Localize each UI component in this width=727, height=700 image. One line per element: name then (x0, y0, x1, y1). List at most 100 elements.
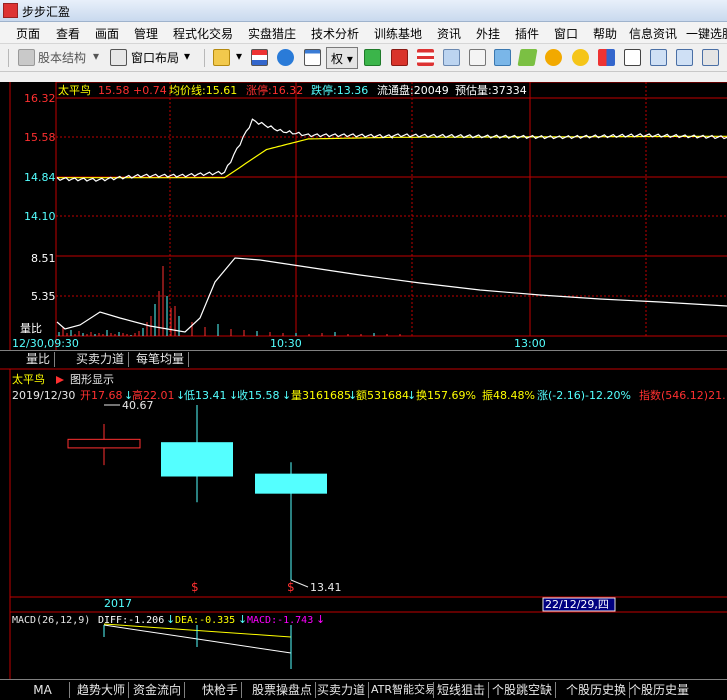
intraday-stock-name: 太平鸟 (58, 83, 91, 97)
menu-help[interactable]: 帮助 (593, 25, 617, 42)
tab-trend-master[interactable]: 趋势大师 (74, 682, 130, 698)
tab-avg-trade-volume[interactable]: 每笔均量 (132, 352, 190, 367)
window-layout-button[interactable]: 窗口布局 (131, 49, 179, 67)
title-bar: 步步汇盈 (0, 0, 727, 22)
tab-stock-points[interactable]: 股票操盘点 (249, 682, 317, 698)
menu-tech-analysis[interactable]: 技术分析 (311, 25, 359, 42)
toolbar-separator (204, 49, 205, 67)
tab-fund-flow[interactable]: 资金流向 (130, 682, 186, 698)
window-icon[interactable] (702, 49, 719, 66)
toolbar-grip (8, 49, 9, 67)
settings-sun-icon[interactable] (572, 49, 589, 66)
grid-icon[interactable] (598, 49, 615, 66)
intraday-tab-bar: 量比 买卖力道 每笔均量 (0, 350, 727, 367)
move-cross-icon[interactable] (277, 49, 294, 66)
window-layout-icon (110, 49, 127, 66)
menu-one-click[interactable]: 一键选股 (686, 25, 727, 42)
rights-label: 权 (331, 52, 344, 66)
menu-manage[interactable]: 管理 (134, 25, 158, 42)
indicator-tab-bar: MA 趋势大师 资金流向 快枪手 股票操盘点 买卖力道 ATR智能交易 短线狙击… (0, 679, 727, 700)
menu-window[interactable]: 窗口 (554, 25, 578, 42)
open-folder-icon[interactable] (213, 49, 230, 66)
close-label: 收15.58 (237, 388, 280, 402)
toolbar: 股本结构 ▾ 窗口布局 ▾ ▾ 权 ▾ (0, 44, 727, 72)
tab-gap[interactable]: 个股跳空缺 (489, 682, 557, 698)
price-tick: 16.32 (24, 92, 56, 105)
window-icon[interactable] (650, 49, 667, 66)
menu-programmatic[interactable]: 程式化交易 (173, 25, 233, 42)
volume-ratio-label: 量比 (20, 322, 42, 335)
price-tick: 14.84 (24, 171, 56, 184)
menu-plugins[interactable]: 插件 (515, 25, 539, 42)
signal-marker: $ (191, 580, 199, 594)
low-label: 低13.41 (184, 389, 227, 402)
menu-news[interactable]: 资讯 (437, 25, 461, 42)
kline-panel[interactable]: 太平鸟 图形显示 2019/12/30 开17.68 ↓ 高22.01 ↓ 低1… (0, 367, 727, 679)
pencil-icon[interactable] (517, 49, 538, 66)
kline-chart[interactable]: 太平鸟 图形显示 2019/12/30 开17.68 ↓ 高22.01 ↓ 低1… (0, 367, 727, 679)
document-icon[interactable] (469, 49, 486, 66)
time-label: 10:30 (270, 337, 302, 350)
tab-fast-gun[interactable]: 快枪手 (199, 682, 243, 698)
intraday-limit-up: 涨停:16.32 (246, 83, 303, 97)
display-mode-label[interactable]: 图形显示 (70, 373, 114, 386)
list-red-icon[interactable] (417, 49, 434, 66)
tab-short-snipe[interactable]: 短线狙击 (434, 682, 490, 698)
green-chart-icon[interactable] (364, 49, 381, 66)
window-icon[interactable] (676, 49, 693, 66)
window-icon[interactable] (304, 49, 321, 66)
candle-body (161, 442, 233, 477)
signal-marker: $ (287, 580, 295, 594)
macd-value-label: MACD:-1.743 (247, 615, 313, 626)
intraday-avg-label: 均价线:15.61 (169, 83, 237, 97)
menu-live-hunt[interactable]: 实盘猎庄 (248, 25, 296, 42)
warning-icon[interactable] (545, 49, 562, 66)
tab-ma[interactable]: MA (16, 682, 70, 698)
tab-volume-ratio[interactable]: 量比 (22, 352, 56, 367)
chevron-down-icon[interactable]: ▾ (236, 49, 242, 67)
arrow-down-icon: ↓ (407, 389, 416, 402)
table-icon[interactable] (624, 49, 641, 66)
tab-atr[interactable]: ATR智能交易 (368, 682, 434, 698)
stock-structure-button[interactable]: 股本结构 (38, 49, 86, 67)
copy-icon[interactable] (443, 49, 460, 66)
year-label: 2017 (104, 597, 132, 610)
intraday-estimate-label: 预估量:37334 (455, 84, 527, 97)
arrow-down-icon: ↓ (238, 613, 247, 626)
kline-stock-name: 太平鸟 (12, 372, 45, 386)
high-mark-label: 40.67 (122, 399, 154, 412)
menu-view[interactable]: 查看 (56, 25, 80, 42)
menu-screen[interactable]: 画面 (95, 25, 119, 42)
rights-button[interactable]: 权 ▾ (326, 47, 358, 69)
menu-training[interactable]: 训练基地 (374, 25, 422, 42)
menu-plugin-ext[interactable]: 外挂 (476, 25, 500, 42)
chevron-down-icon[interactable]: ▾ (93, 49, 99, 67)
kline-date: 2019/12/30 (12, 389, 75, 402)
intraday-change: +0.74 (133, 84, 167, 97)
chart-list-icon[interactable] (251, 49, 268, 66)
price-tick: 15.58 (24, 131, 56, 144)
tab-history-turnover[interactable]: 个股历史换 (563, 682, 631, 698)
cursor-date-label: 22/12/29,四 (545, 598, 609, 611)
toolbar-strip (0, 72, 727, 82)
intraday-chart[interactable]: 太平鸟 15.58 +0.74 均价线:15.61 涨停:16.32 跌停:13… (0, 81, 727, 350)
app-window: 步步汇盈 页面 查看 画面 管理 程式化交易 实盘猎庄 技术分析 训练基地 资讯… (0, 0, 727, 700)
menu-page[interactable]: 页面 (16, 25, 40, 42)
arrow-down-icon: ↓ (166, 613, 175, 626)
app-logo-icon (3, 3, 18, 18)
macd-dea-label: DEA:-0.335 (175, 615, 235, 626)
volume-label: 量3161685 (291, 389, 351, 402)
tab-buy-sell-power[interactable]: 买卖力道 (72, 352, 130, 367)
intraday-panel[interactable]: 太平鸟 15.58 +0.74 均价线:15.61 涨停:16.32 跌停:13… (0, 81, 727, 350)
tab-history-volume[interactable]: 个股历史量 (626, 682, 692, 698)
time-start-label: 12/30,09:30 (12, 337, 79, 350)
turnover-label: 换157.69% (416, 388, 476, 402)
low-mark-label: 13.41 (310, 581, 342, 594)
calculator-icon[interactable] (494, 49, 511, 66)
price-tick: 14.10 (24, 210, 56, 223)
red-chart-icon[interactable] (391, 49, 408, 66)
tab-buy-sell-power[interactable]: 买卖力道 (314, 682, 370, 698)
chevron-down-icon[interactable]: ▾ (184, 49, 190, 67)
change-label: 涨(-2.16)-12.20% (537, 389, 631, 402)
menu-info[interactable]: 信息资讯 (629, 25, 677, 42)
